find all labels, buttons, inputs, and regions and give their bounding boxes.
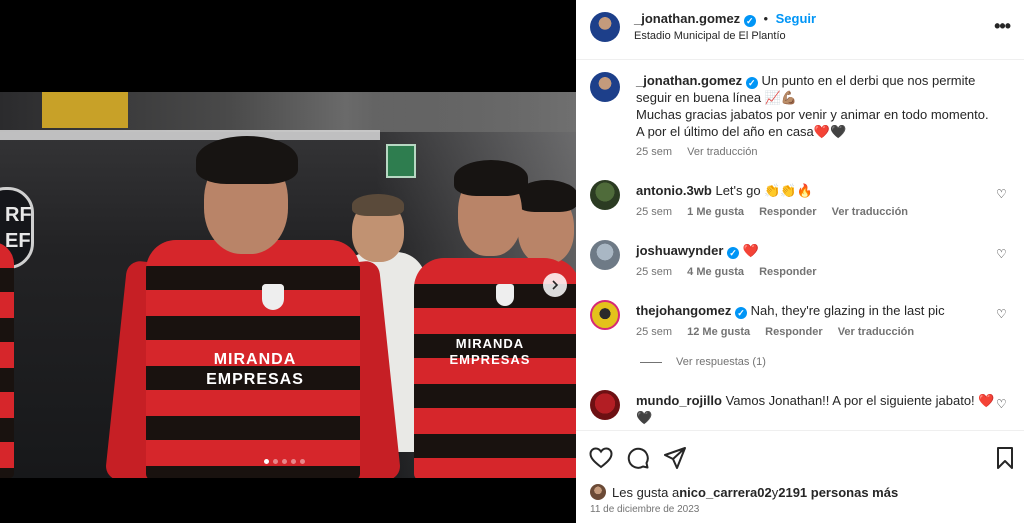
like-heart-icon[interactable]: ♡ bbox=[996, 188, 1008, 200]
author-line: _jonathan.gomez ✓ • Seguir bbox=[634, 11, 816, 27]
verified-badge-icon: ✓ bbox=[734, 307, 747, 319]
translate-link[interactable]: Ver traducción bbox=[832, 206, 908, 218]
comment-time[interactable]: 25 sem bbox=[636, 266, 672, 278]
likes-count[interactable]: 2191 personas más bbox=[778, 485, 898, 500]
player-second: MIRANDA EMPRESAS bbox=[400, 156, 576, 478]
comment-meta: 25 sem 1 Me gusta Responder Ver traducci… bbox=[636, 206, 920, 218]
comment-time[interactable]: 25 sem bbox=[636, 326, 672, 338]
commenter-avatar[interactable] bbox=[590, 390, 620, 420]
replies-divider bbox=[640, 361, 662, 363]
carousel-dot bbox=[282, 459, 287, 464]
verified-badge-icon: ✓ bbox=[727, 247, 740, 259]
post-photo[interactable]: RF EF MIRANDA EMPRESAS MIRANDA EMPRESAS bbox=[0, 92, 576, 478]
like-heart-icon[interactable]: ♡ bbox=[996, 398, 1008, 410]
post-actions: Les gusta a nico_carrera02 y 2191 person… bbox=[576, 430, 1024, 523]
comment-text: mundo_rojillo Vamos Jonathan!! A por el … bbox=[636, 393, 995, 425]
carousel-dot bbox=[300, 459, 305, 464]
shirt-sponsor: MIRANDA EMPRESAS bbox=[206, 351, 304, 388]
bookmark-save-icon[interactable] bbox=[992, 445, 1018, 471]
carousel-next-button[interactable] bbox=[543, 273, 567, 297]
comment-text: antonio.3wb Let's go 👏👏🔥 bbox=[636, 183, 813, 198]
translate-link[interactable]: Ver traducción bbox=[687, 146, 757, 158]
reply-button[interactable]: Responder bbox=[759, 266, 816, 278]
post-media: RF EF MIRANDA EMPRESAS MIRANDA EMPRESAS bbox=[0, 0, 576, 523]
shirt-sponsor: MIRANDA EMPRESAS bbox=[449, 336, 531, 367]
carousel-dot bbox=[264, 459, 269, 464]
translate-link[interactable]: Ver traducción bbox=[838, 326, 914, 338]
comment: thejohangomez ✓ Nah, they're glazing in … bbox=[590, 300, 1010, 340]
comment-time[interactable]: 25 sem bbox=[636, 206, 672, 218]
comment-likes[interactable]: 12 Me gusta bbox=[687, 326, 750, 338]
chevron-right-icon bbox=[552, 280, 559, 290]
comment-username[interactable]: antonio.3wb bbox=[636, 183, 712, 198]
reply-button[interactable]: Responder bbox=[765, 326, 822, 338]
caption-meta: 25 sem Ver traducción bbox=[636, 146, 769, 158]
player-edge-left bbox=[0, 242, 14, 478]
post-date[interactable]: 11 de diciembre de 2023 bbox=[590, 504, 699, 515]
player-main: MIRANDA EMPRESAS bbox=[104, 122, 402, 478]
follow-button[interactable]: Seguir bbox=[776, 11, 816, 26]
like-heart-icon[interactable]: ♡ bbox=[996, 308, 1008, 320]
caption: _jonathan.gomez ✓ Un punto en el derbi q… bbox=[590, 72, 1010, 162]
commenter-avatar[interactable] bbox=[590, 300, 620, 330]
comment: antonio.3wb Let's go 👏👏🔥 25 sem 1 Me gus… bbox=[590, 180, 1010, 220]
comment-text: joshuawynder ✓ ❤️ bbox=[636, 243, 759, 259]
club-crest bbox=[262, 284, 284, 310]
comment-meta: 25 sem 4 Me gusta Responder bbox=[636, 266, 829, 278]
comment: mundo_rojillo Vamos Jonathan!! A por el … bbox=[590, 390, 1010, 430]
like-heart-icon[interactable]: ♡ bbox=[996, 248, 1008, 260]
likes-summary[interactable]: Les gusta a nico_carrera02 y 2191 person… bbox=[590, 484, 898, 500]
reply-button[interactable]: Responder bbox=[759, 206, 816, 218]
author-avatar[interactable] bbox=[590, 72, 620, 102]
view-replies-button[interactable]: Ver respuestas (1) bbox=[640, 356, 766, 368]
verified-badge-icon: ✓ bbox=[743, 15, 756, 27]
club-crest bbox=[496, 284, 514, 306]
comment: joshuawynder ✓ ❤️ 25 sem 4 Me gusta Resp… bbox=[590, 240, 1010, 280]
share-send-icon[interactable] bbox=[662, 445, 688, 471]
author-avatar[interactable] bbox=[590, 12, 620, 42]
post-location[interactable]: Estadio Municipal de El Plantío bbox=[634, 30, 786, 42]
author-username[interactable]: _jonathan.gomez bbox=[634, 11, 740, 26]
carousel-dot bbox=[291, 459, 296, 464]
like-heart-icon[interactable] bbox=[588, 445, 614, 471]
post-side-panel: _jonathan.gomez ✓ • Seguir Estadio Munic… bbox=[576, 0, 1024, 523]
carousel-dot bbox=[273, 459, 278, 464]
liker-avatar bbox=[590, 484, 606, 500]
commenter-avatar[interactable] bbox=[590, 180, 620, 210]
comment-text: thejohangomez ✓ Nah, they're glazing in … bbox=[636, 303, 945, 319]
verified-badge-icon: ✓ bbox=[745, 77, 758, 89]
caption-text: _jonathan.gomez ✓ Un punto en el derbi q… bbox=[636, 73, 989, 139]
comment-username[interactable]: thejohangomez bbox=[636, 303, 731, 318]
comment-username[interactable]: mundo_rojillo bbox=[636, 393, 722, 408]
comment-username[interactable]: joshuawynder bbox=[636, 243, 723, 258]
caption-time[interactable]: 25 sem bbox=[636, 146, 672, 158]
comment-likes[interactable]: 4 Me gusta bbox=[687, 266, 744, 278]
post-header: _jonathan.gomez ✓ • Seguir Estadio Munic… bbox=[576, 0, 1024, 60]
separator-dot: • bbox=[763, 11, 768, 26]
carousel-indicator bbox=[264, 459, 305, 464]
commenter-avatar[interactable] bbox=[590, 240, 620, 270]
comments-list[interactable]: _jonathan.gomez ✓ Un punto en el derbi q… bbox=[576, 60, 1024, 430]
instagram-post-window: RF EF MIRANDA EMPRESAS MIRANDA EMPRESAS … bbox=[0, 0, 1024, 523]
caption-username[interactable]: _jonathan.gomez bbox=[636, 73, 742, 88]
more-options-icon[interactable]: ••• bbox=[994, 16, 1011, 37]
comment-likes[interactable]: 1 Me gusta bbox=[687, 206, 744, 218]
comment-meta: 25 sem 12 Me gusta Responder Ver traducc… bbox=[636, 326, 926, 338]
liker-username[interactable]: nico_carrera02 bbox=[679, 485, 772, 500]
comment-bubble-icon[interactable] bbox=[625, 445, 651, 471]
